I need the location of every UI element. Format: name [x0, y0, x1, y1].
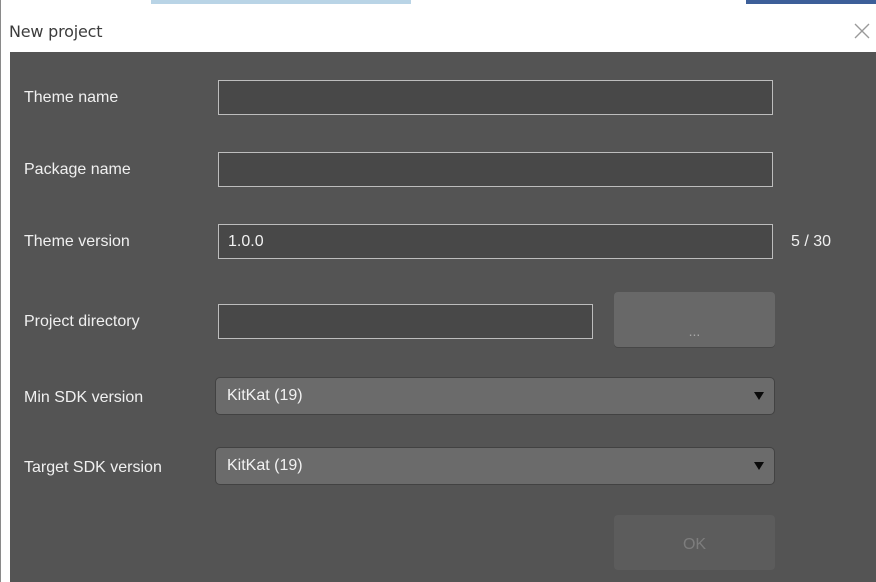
min-sdk-label: Min SDK version [24, 389, 144, 406]
theme-name-input[interactable] [218, 80, 773, 115]
close-button[interactable] [847, 16, 876, 46]
min-sdk-select[interactable]: KitKat (19) [215, 377, 775, 415]
project-directory-label: Project directory [24, 313, 140, 330]
min-sdk-selected-value: KitKat (19) [227, 387, 303, 404]
browse-directory-button[interactable]: ... [614, 292, 775, 347]
target-sdk-selected-value: KitKat (19) [227, 457, 303, 474]
character-counter: 5 / 30 [791, 233, 832, 250]
dialog-title: New project [9, 22, 103, 41]
project-directory-input[interactable] [218, 304, 593, 339]
dropdown-arrow-icon [754, 392, 764, 400]
package-name-input[interactable] [218, 152, 773, 187]
new-project-dialog: New project Theme name Package name Them… [0, 0, 876, 582]
target-sdk-select[interactable]: KitKat (19) [215, 447, 775, 485]
theme-version-input[interactable] [218, 224, 773, 259]
ok-button[interactable]: OK [614, 515, 775, 570]
form-panel: Theme name Package name Theme version 5 … [10, 52, 876, 582]
target-sdk-label: Target SDK version [24, 459, 162, 476]
close-icon [854, 23, 870, 39]
theme-name-label: Theme name [24, 89, 119, 106]
title-bar: New project [1, 4, 876, 52]
package-name-label: Package name [24, 161, 131, 178]
theme-version-label: Theme version [24, 233, 130, 250]
dropdown-arrow-icon [754, 462, 764, 470]
